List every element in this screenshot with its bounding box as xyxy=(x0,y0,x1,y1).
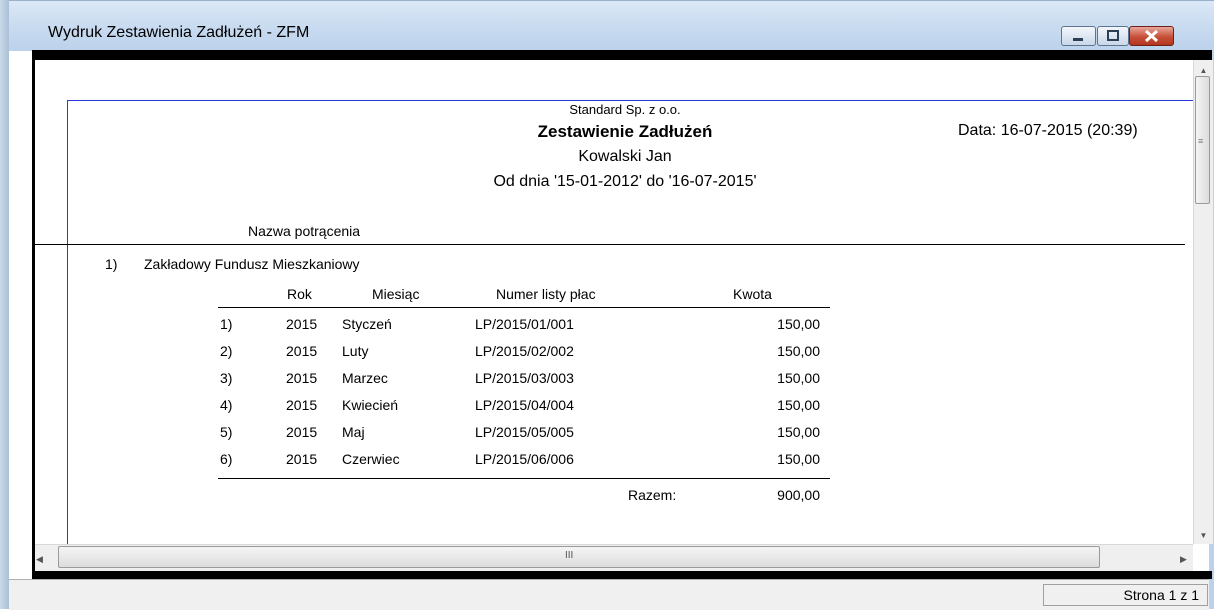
report-period: Od dnia '15-01-2012' do '16-07-2015' xyxy=(493,173,757,190)
row-year: 2015 xyxy=(286,397,318,413)
section-number: 1) xyxy=(105,256,118,272)
row-payroll-number: LP/2015/02/002 xyxy=(475,343,574,359)
row-year: 2015 xyxy=(286,424,318,440)
table-row: 4) 2015 Kwiecień LP/2015/04/004 150,00 xyxy=(0,397,1214,424)
row-amount: 150,00 xyxy=(777,343,820,359)
row-payroll-number: LP/2015/06/006 xyxy=(475,451,574,467)
row-number: 6) xyxy=(220,451,233,467)
row-year: 2015 xyxy=(286,370,318,386)
total-value: 900,00 xyxy=(777,487,820,503)
row-year: 2015 xyxy=(286,451,318,467)
row-month: Marzec xyxy=(342,370,388,386)
scroll-down-icon[interactable]: ▼ xyxy=(1194,527,1213,544)
row-month: Kwiecień xyxy=(342,397,399,413)
row-amount: 150,00 xyxy=(777,370,820,386)
row-month: Luty xyxy=(342,343,369,359)
print-preview-window: Wydruk Zestawienia Zadłużeń - ZFM Standa… xyxy=(0,0,1214,610)
table-row: 5) 2015 Maj LP/2015/05/005 150,00 xyxy=(0,424,1214,451)
page-frame-top-line xyxy=(67,100,1193,101)
minimize-icon xyxy=(1073,38,1083,41)
close-icon xyxy=(1144,29,1159,43)
table-row: 1) 2015 Styczeń LP/2015/01/001 150,00 xyxy=(0,316,1214,343)
employee-name: Kowalski Jan xyxy=(578,148,672,165)
company-name: Standard Sp. z o.o. xyxy=(569,102,681,117)
row-amount: 150,00 xyxy=(777,424,820,440)
left-window-edge xyxy=(0,0,9,609)
row-number: 1) xyxy=(220,316,233,332)
client-border-top xyxy=(32,50,1212,60)
table-row: 2) 2015 Luty LP/2015/02/002 150,00 xyxy=(0,343,1214,370)
total-label: Razem: xyxy=(628,487,677,503)
column-header-year: Rok xyxy=(287,286,312,302)
row-payroll-number: LP/2015/03/003 xyxy=(475,370,574,386)
column-header-amount: Kwota xyxy=(733,286,772,302)
status-bar xyxy=(9,579,1209,610)
section-name: Zakładowy Fundusz Mieszkaniowy xyxy=(144,256,360,272)
column-header-deduction-name: Nazwa potrącenia xyxy=(248,223,361,239)
report-title: Zestawienie Zadłużeń xyxy=(537,122,713,141)
column-header-month: Miesiąc xyxy=(372,286,420,302)
row-year: 2015 xyxy=(286,343,318,359)
row-number: 4) xyxy=(220,397,233,413)
horizontal-scroll-thumb[interactable] xyxy=(58,546,1100,568)
scroll-thumb-grip: III xyxy=(565,550,574,561)
print-date: Data: 16-07-2015 (20:39) xyxy=(958,122,1138,139)
row-amount: 150,00 xyxy=(777,397,820,413)
row-payroll-number: LP/2015/05/005 xyxy=(475,424,574,440)
row-number: 2) xyxy=(220,343,233,359)
row-number: 5) xyxy=(220,424,233,440)
scroll-left-icon[interactable]: ◀ xyxy=(36,554,43,565)
row-year: 2015 xyxy=(286,316,318,332)
row-amount: 150,00 xyxy=(777,316,820,332)
minimize-button[interactable] xyxy=(1061,26,1096,46)
row-month: Czerwiec xyxy=(342,451,400,467)
table-row: 6) 2015 Czerwiec LP/2015/06/006 150,00 xyxy=(0,451,1214,478)
row-number: 3) xyxy=(220,370,233,386)
row-payroll-number: LP/2015/01/001 xyxy=(475,316,574,332)
row-amount: 150,00 xyxy=(777,451,820,467)
row-month: Maj xyxy=(342,424,365,440)
close-button[interactable] xyxy=(1129,26,1174,46)
client-border-bottom xyxy=(32,571,1212,579)
window-title: Wydruk Zestawienia Zadłużeń - ZFM xyxy=(48,24,310,41)
header-rule xyxy=(35,244,1185,245)
maximize-button[interactable] xyxy=(1097,26,1129,46)
row-month: Styczeń xyxy=(342,316,392,332)
row-payroll-number: LP/2015/04/004 xyxy=(475,397,574,413)
column-header-payroll-number: Numer listy płac xyxy=(496,286,596,302)
maximize-icon xyxy=(1107,30,1119,41)
page-indicator: Strona 1 z 1 xyxy=(1043,584,1208,606)
scroll-right-icon[interactable]: ▶ xyxy=(1180,554,1187,565)
table-footer-rule xyxy=(218,478,830,479)
table-row: 3) 2015 Marzec LP/2015/03/003 150,00 xyxy=(0,370,1214,397)
table-header-rule xyxy=(218,307,830,308)
grip-icon: ≡ xyxy=(1198,136,1204,146)
